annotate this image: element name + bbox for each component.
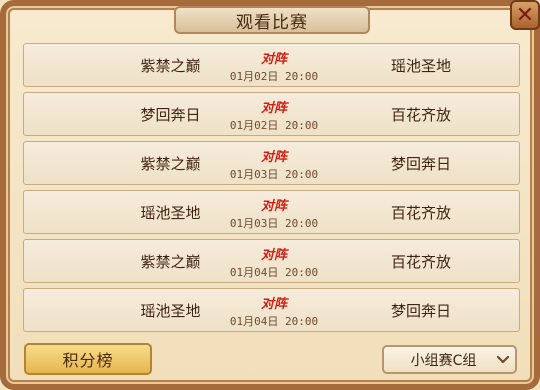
group-select-value: 小组赛C组 xyxy=(410,352,477,369)
vs-label: 对阵 xyxy=(260,52,287,67)
chevron-down-icon xyxy=(491,355,515,365)
away-team: 百花齐放 xyxy=(390,105,451,124)
match-row: 紫禁之巅 对阵 01月04日 20:00 百花齐放 xyxy=(23,239,520,283)
match-row: 紫禁之巅 对阵 01月03日 20:00 梦回奔日 xyxy=(23,141,520,185)
match-time: 01月03日 20:00 xyxy=(229,217,319,230)
close-button[interactable]: ✕ xyxy=(510,0,540,30)
match-time: 01月02日 20:00 xyxy=(229,119,319,132)
vs-label: 对阵 xyxy=(260,297,287,312)
match-list[interactable]: 紫禁之巅 对阵 01月02日 20:00 瑶池圣地 梦回奔日 对阵 01月02日 20:00… xyxy=(23,43,520,332)
vs-label: 对阵 xyxy=(260,150,287,165)
vs-label: 对阵 xyxy=(260,248,287,263)
match-row: 紫禁之巅 对阵 01月02日 20:00 瑶池圣地 xyxy=(23,43,520,87)
away-team: 瑶池圣地 xyxy=(390,56,451,75)
away-team: 梦回奔日 xyxy=(390,301,451,320)
match-row: 瑶池圣地 对阵 01月03日 20:00 百花齐放 xyxy=(23,190,520,234)
away-team: 梦回奔日 xyxy=(390,154,451,173)
dialog-title: 观看比赛 xyxy=(174,6,370,34)
match-time: 01月04日 20:00 xyxy=(229,266,319,279)
away-team: 百花齐放 xyxy=(390,203,451,222)
ranking-button[interactable]: 积分榜 xyxy=(24,343,152,375)
away-team: 百花齐放 xyxy=(390,252,451,271)
match-time: 01月03日 20:00 xyxy=(229,168,319,181)
group-select[interactable]: 小组赛C组 xyxy=(382,345,517,374)
match-row: 梦回奔日 对阵 01月02日 20:00 百花齐放 xyxy=(23,92,520,136)
match-time: 01月04日 20:00 xyxy=(229,315,319,328)
match-row: 瑶池圣地 对阵 01月04日 20:00 梦回奔日 xyxy=(23,288,520,332)
match-time: 01月02日 20:00 xyxy=(229,70,319,83)
close-icon: ✕ xyxy=(515,2,535,28)
vs-label: 对阵 xyxy=(260,101,287,116)
vs-label: 对阵 xyxy=(260,199,287,214)
